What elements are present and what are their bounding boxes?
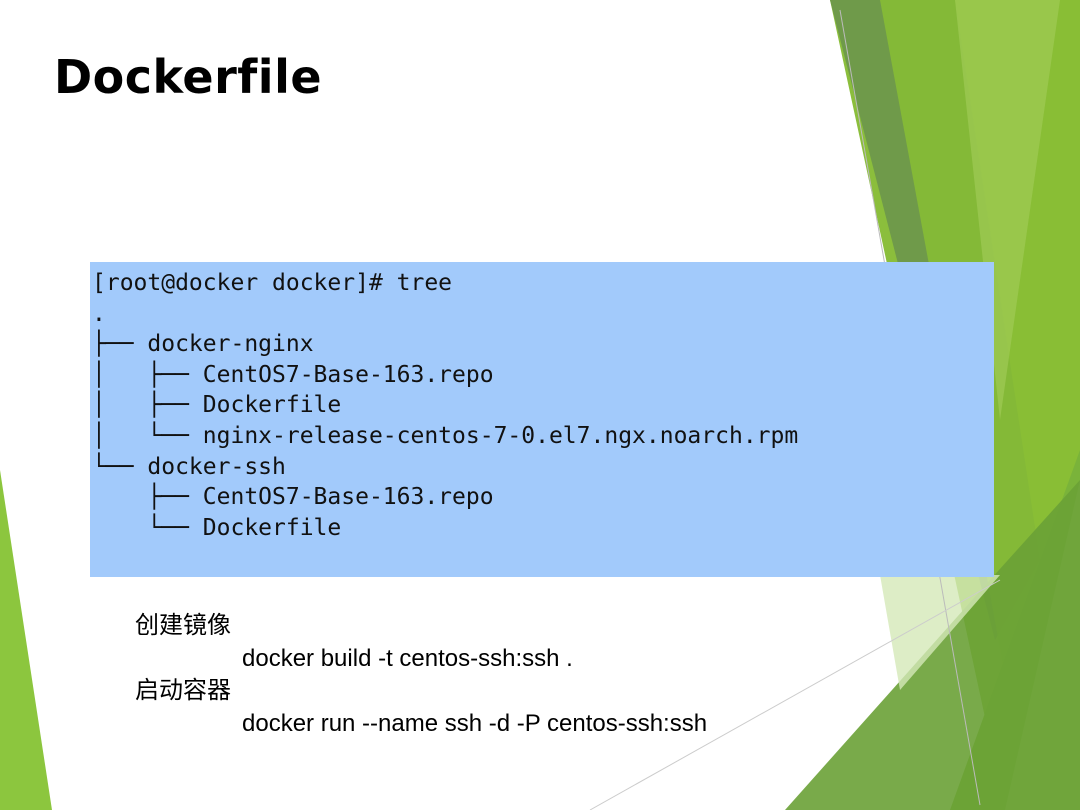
slide-title: Dockerfile — [54, 50, 323, 104]
build-image-label: 创建镜像 — [135, 612, 231, 639]
terminal-line: │ ├── Dockerfile — [92, 392, 342, 419]
command-notes: 创建镜像 docker build -t centos-ssh:ssh . 启动… — [135, 610, 707, 740]
build-command: docker build -t centos-ssh:ssh . — [242, 644, 573, 672]
terminal-line: ├── docker-nginx — [92, 331, 314, 358]
run-command: docker run --name ssh -d -P centos-ssh:s… — [242, 709, 708, 737]
terminal-screenshot: [root@docker docker]# tree . ├── docker-… — [90, 262, 994, 577]
terminal-line: └── Dockerfile — [92, 514, 342, 541]
tree-output: [root@docker docker]# tree . ├── docker-… — [92, 268, 994, 543]
terminal-line: [root@docker docker]# tree — [92, 270, 453, 296]
terminal-line: │ ├── CentOS7-Base-163.repo — [92, 361, 494, 388]
terminal-line: │ └── nginx-release-centos-7-0.el7.ngx.n… — [92, 422, 799, 449]
run-container-label: 启动容器 — [135, 677, 231, 704]
terminal-line: └── docker-ssh — [92, 453, 286, 480]
terminal-line: . — [92, 300, 106, 327]
terminal-line: ├── CentOS7-Base-163.repo — [92, 484, 494, 511]
